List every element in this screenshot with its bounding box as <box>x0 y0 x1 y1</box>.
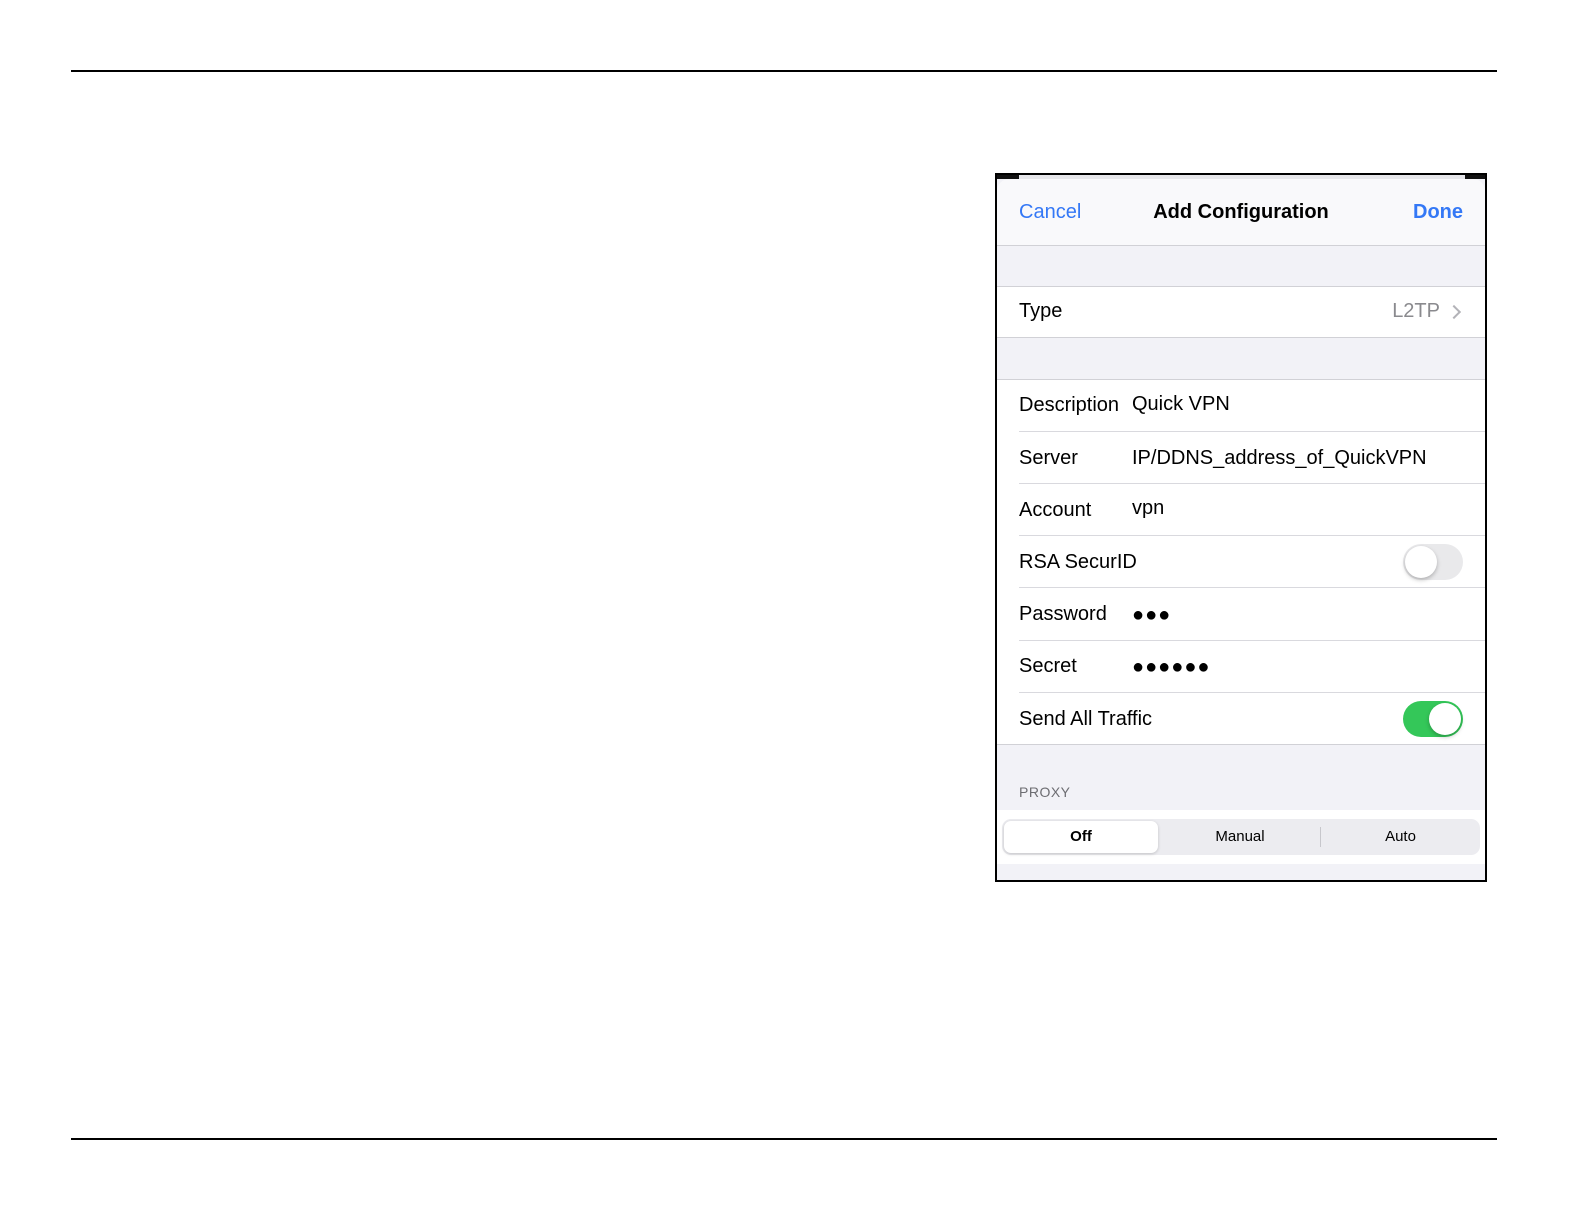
password-field[interactable]: ●●● <box>1132 604 1171 627</box>
password-row: Password ●●● <box>997 588 1485 641</box>
proxy-option-off[interactable]: Off <box>1004 821 1158 853</box>
top-rule <box>71 70 1497 72</box>
type-row-bottom-edge <box>997 337 1485 338</box>
proxy-segmented-control: Off Manual Auto <box>1002 819 1480 855</box>
description-row: Description Quick VPN <box>997 379 1485 432</box>
type-row[interactable]: Type L2TP <box>997 286 1485 338</box>
secret-label: Secret <box>1019 655 1077 677</box>
rsa-securid-row: RSA SecurID <box>997 536 1485 588</box>
proxy-option-auto[interactable]: Auto <box>1321 819 1480 855</box>
server-label: Server <box>1019 447 1078 469</box>
server-field[interactable]: IP/DDNS_address_of_QuickVPN <box>1132 447 1427 470</box>
page-title: Add Configuration <box>1153 201 1329 223</box>
account-field[interactable]: vpn <box>1132 497 1164 520</box>
proxy-option-manual[interactable]: Manual <box>1161 819 1319 855</box>
type-value: L2TP <box>1392 300 1440 322</box>
description-row-top-edge <box>997 379 1485 380</box>
type-row-top-edge <box>997 286 1485 287</box>
done-button[interactable]: Done <box>1413 201 1463 224</box>
password-label: Password <box>1019 603 1107 625</box>
rsa-securid-toggle-knob <box>1405 546 1437 578</box>
chevron-right-icon <box>1446 304 1462 320</box>
proxy-row: Off Manual Auto <box>997 810 1485 864</box>
account-label: Account <box>1019 499 1092 521</box>
secret-row: Secret ●●●●●● <box>997 641 1485 693</box>
secret-field[interactable]: ●●●●●● <box>1132 656 1210 679</box>
send-all-traffic-row-bottom-edge <box>997 744 1485 745</box>
send-all-traffic-toggle-knob <box>1429 703 1461 735</box>
rsa-securid-toggle[interactable] <box>1403 544 1463 580</box>
navigation-bar: Cancel Add Configuration Done <box>997 179 1485 246</box>
account-row: Account vpn <box>997 484 1485 536</box>
description-field[interactable]: Quick VPN <box>1132 393 1230 416</box>
server-row: Server IP/DDNS_address_of_QuickVPN <box>997 432 1485 484</box>
send-all-traffic-row: Send All Traffic <box>997 693 1485 745</box>
description-label: Description <box>1019 394 1120 416</box>
bottom-rule <box>71 1138 1497 1140</box>
type-label: Type <box>1019 300 1063 322</box>
vpn-config-screen: Cancel Add Configuration Done Type L2TP … <box>995 173 1487 882</box>
send-all-traffic-label: Send All Traffic <box>1019 708 1153 730</box>
rsa-securid-label: RSA SecurID <box>1019 551 1137 573</box>
send-all-traffic-toggle[interactable] <box>1403 701 1463 737</box>
proxy-section-header: PROXY <box>1019 784 1071 800</box>
